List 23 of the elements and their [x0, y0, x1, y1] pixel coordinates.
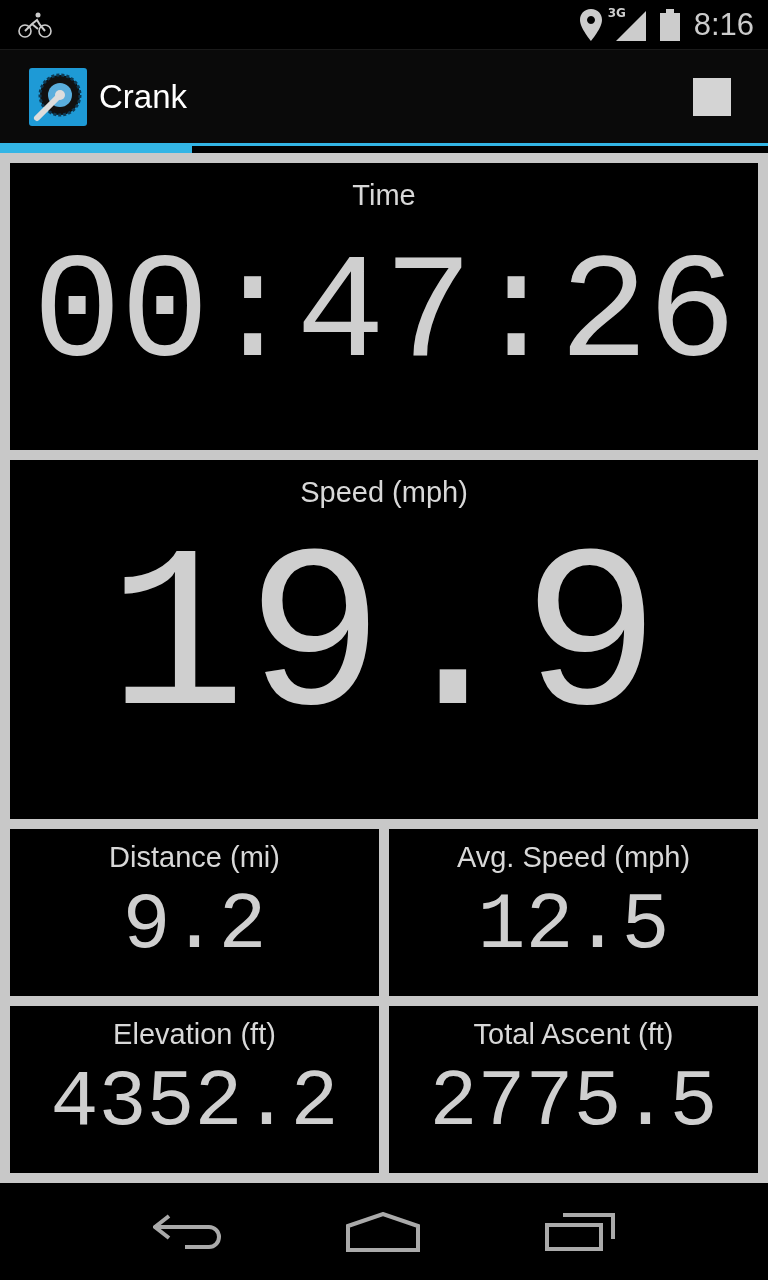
clock: 8:16: [693, 6, 754, 43]
stat-value: 4352.2: [50, 1063, 339, 1143]
panel-label: Distance (mi): [109, 841, 280, 874]
panel-label: Time: [352, 179, 416, 212]
panel-label: Total Ascent (ft): [473, 1018, 674, 1051]
back-icon[interactable]: [152, 1213, 221, 1250]
battery-icon: [659, 8, 680, 41]
panel-label: Speed (mph): [300, 476, 468, 509]
stat-value: 12.5: [477, 886, 670, 966]
app-icon[interactable]: [29, 67, 87, 126]
speed-value: 19.9: [107, 527, 661, 757]
recent-apps-icon[interactable]: [545, 1212, 616, 1251]
home-icon[interactable]: [346, 1211, 420, 1252]
network-type: 3G: [607, 6, 626, 19]
location-pin-icon: [579, 8, 602, 41]
stop-button[interactable]: [693, 77, 731, 116]
time-value: 00:47:26: [32, 242, 736, 390]
stat-value: 2775.5: [429, 1063, 718, 1143]
stat-value: 9.2: [122, 886, 267, 966]
bicycle-icon: [18, 11, 52, 38]
panel-label: Elevation (ft): [113, 1018, 276, 1051]
app-title: Crank: [99, 77, 189, 116]
panel-label: Avg. Speed (mph): [456, 841, 691, 874]
